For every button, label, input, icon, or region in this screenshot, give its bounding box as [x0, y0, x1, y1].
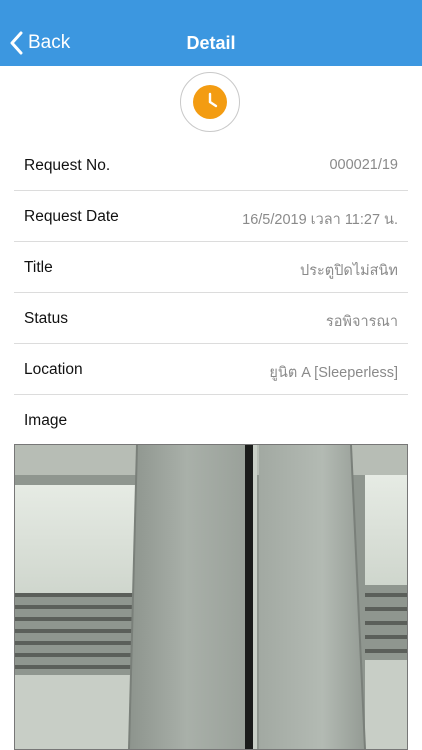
detail-value: 000021/19 — [329, 157, 398, 173]
detail-row-title: Title ประตูปิดไม่สนิท — [14, 242, 408, 293]
page-title: Detail — [186, 33, 236, 53]
detail-row-location: Location ยูนิต A [Sleeperless] — [14, 344, 408, 395]
door-photo-image — [15, 445, 407, 749]
detail-row-request-date: Request Date 16/5/2019 เวลา 11:27 น. — [14, 191, 408, 242]
status-indicator — [180, 72, 240, 132]
clock-icon — [193, 85, 227, 119]
detail-row-status: Status รอพิจารณา — [14, 293, 408, 344]
detail-list: Request No. 000021/19 Request Date 16/5/… — [14, 140, 408, 445]
detail-label: Location — [24, 361, 83, 378]
detail-label: Title — [24, 259, 53, 276]
detail-value: ประตูปิดไม่สนิท — [300, 263, 398, 279]
detail-value: รอพิจารณา — [325, 314, 398, 330]
request-photo[interactable] — [14, 444, 408, 750]
detail-label: Request No. — [24, 157, 111, 174]
detail-label: Request Date — [24, 208, 119, 225]
detail-row-image: Image — [14, 395, 408, 445]
detail-label: Status — [24, 310, 68, 327]
detail-value: 16/5/2019 เวลา 11:27 น. — [242, 212, 398, 228]
detail-value: ยูนิต A [Sleeperless] — [269, 365, 398, 381]
nav-bar: Back Detail — [0, 0, 422, 66]
detail-row-request-no: Request No. 000021/19 — [14, 140, 408, 191]
detail-label: Image — [24, 412, 68, 429]
